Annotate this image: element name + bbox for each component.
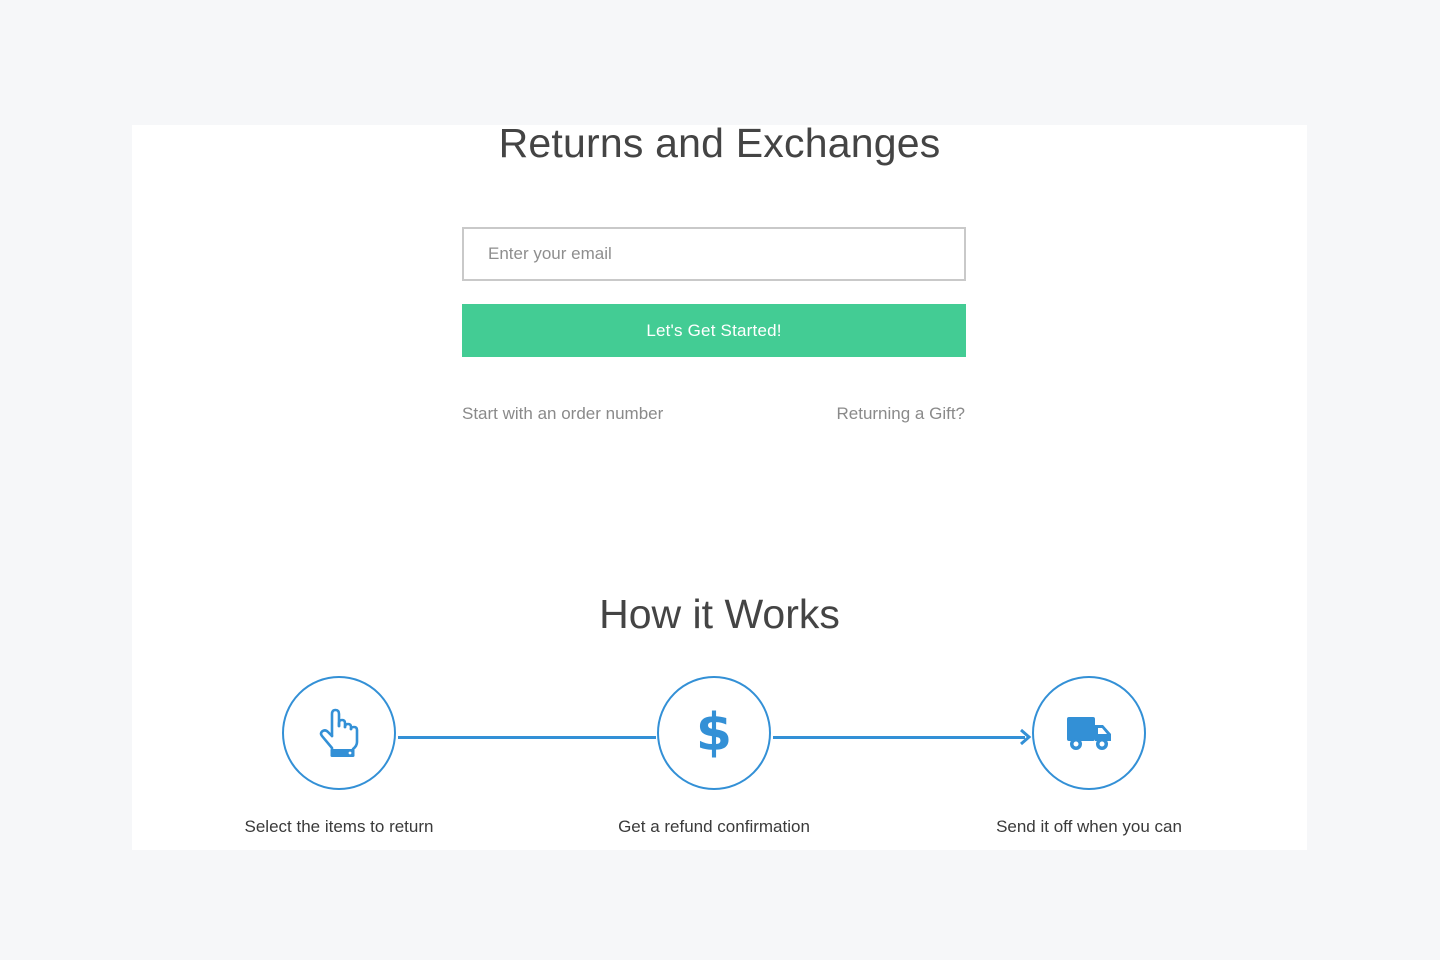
step-icon-circle: $ — [657, 676, 771, 790]
returns-card: Returns and Exchanges Let's Get Started!… — [132, 120, 1307, 850]
pointing-hand-icon — [319, 708, 359, 757]
step-label: Send it off when you can — [996, 817, 1182, 836]
step-label: Select the items to return — [244, 817, 434, 836]
order-number-link[interactable]: Start with an order number — [462, 404, 663, 424]
truck-icon — [1067, 717, 1111, 750]
step-refund-confirmation: $ Get a refund confirmation — [594, 676, 834, 837]
dollar-icon: $ — [695, 703, 733, 763]
get-started-button[interactable]: Let's Get Started! — [462, 304, 966, 357]
step-icon-circle — [1032, 676, 1146, 790]
step-icon-circle — [282, 676, 396, 790]
step-send-off: Send it off when you can — [969, 676, 1209, 837]
how-it-works-title: How it Works — [599, 591, 840, 637]
email-input[interactable] — [462, 227, 966, 281]
step-select-items: Select the items to return — [219, 676, 459, 837]
returning-gift-link[interactable]: Returning a Gift? — [836, 404, 965, 424]
step-label: Get a refund confirmation — [618, 817, 810, 836]
page-title: Returns and Exchanges — [498, 120, 941, 166]
